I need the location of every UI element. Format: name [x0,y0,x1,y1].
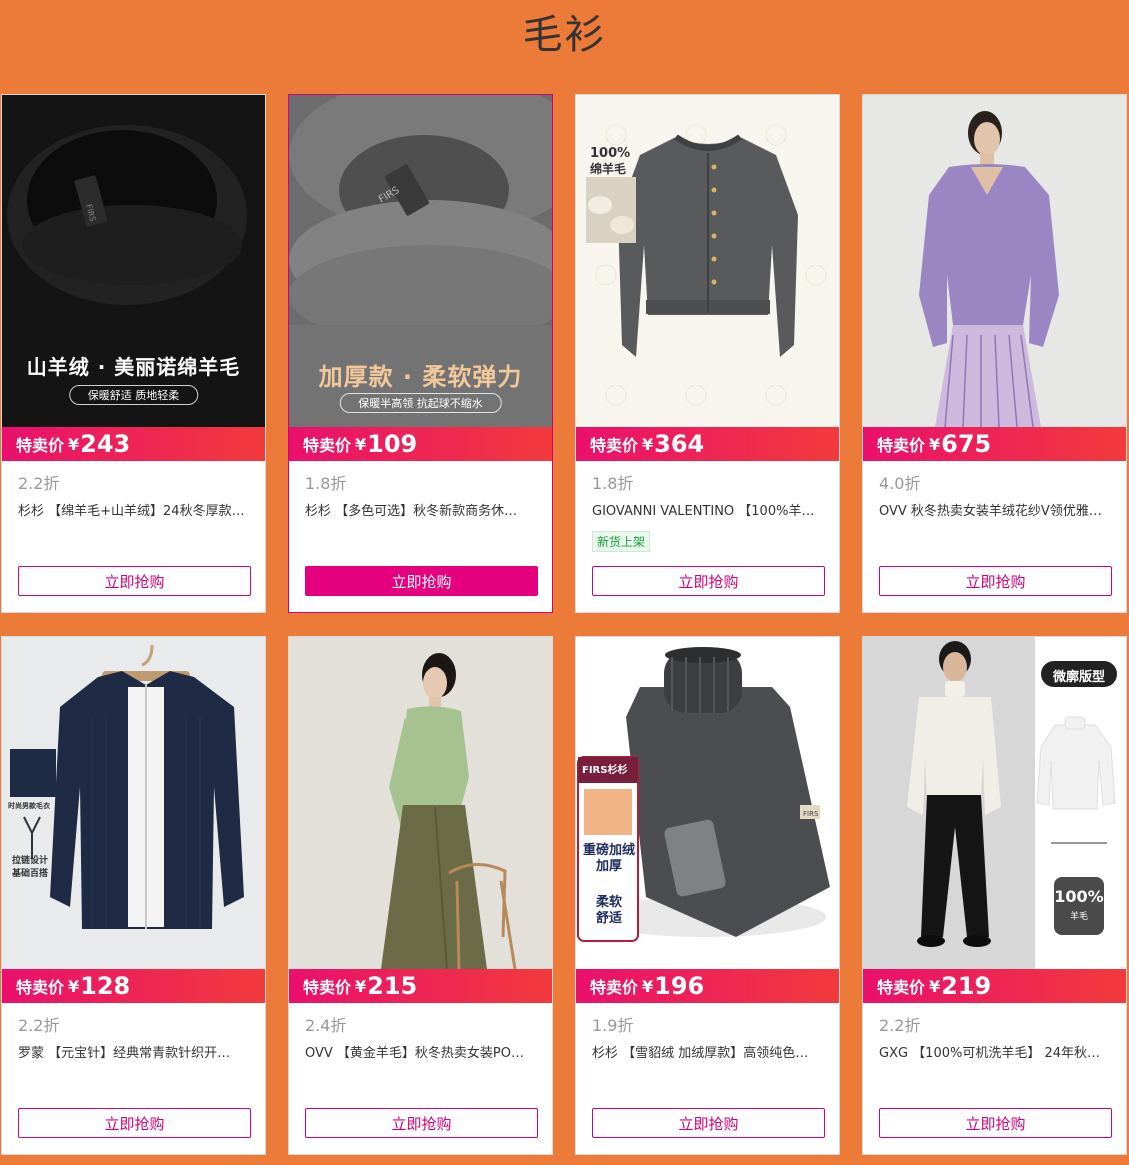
price-label: 特卖价 [303,436,352,455]
product-title[interactable]: GXG 【100%可机洗羊毛】 24年秋… [879,1042,1110,1061]
price-label: 特卖价 [590,978,639,997]
price-label: 特卖价 [16,436,65,455]
price-value: 675 [941,430,992,458]
buy-now-button[interactable]: 立即抢购 [305,566,538,596]
new-arrival-tag: 新货上架 [592,531,651,552]
wool-badge: 100% [1054,887,1104,906]
price-value: 109 [367,430,418,458]
buy-now-button[interactable]: 立即抢购 [18,566,251,596]
price-value: 196 [654,972,705,1000]
product-title[interactable]: OVV 【黄金羊毛】秋冬热卖女装PO… [305,1042,536,1061]
price-currency: ¥ [68,976,80,996]
price-value: 128 [80,972,131,1000]
product-card[interactable]: FIRS 山羊绒 · 美丽诺绵羊毛 保暖舒适 质地轻柔 特卖价 ¥ 243 2.… [1,94,266,613]
discount: 1.8折 [592,474,634,493]
product-card[interactable]: FIRS 加厚款 · 柔软弹力 保暖半高领 抗起球不缩水 特卖价 ¥ 109 1… [288,94,553,613]
purple-sweater-model-photo [863,95,1126,427]
price-bar: 特卖价 ¥ 364 [576,427,839,461]
product-card[interactable]: 微廓版型 100% 羊毛 特卖价 ¥ 219 2.2折 GXG 【100%可机洗… [862,636,1127,1155]
svg-text:FIRS: FIRS [803,810,819,818]
product-title[interactable]: 杉杉 【多色可选】秋冬新款商务休… [305,500,536,519]
product-title[interactable]: 杉杉 【绵羊毛+山羊绒】24秋冬厚款… [18,500,249,519]
discount: 2.2折 [18,1016,60,1035]
discount: 2.2折 [18,474,60,493]
image-subcaption: 保暖舒适 质地轻柔 [68,385,199,405]
price-value: 243 [80,430,131,458]
product-title[interactable]: GIOVANNI VALENTINO 【100%羊… [592,500,823,519]
product-image[interactable]: 100% 绵羊毛 [576,95,839,427]
discount: 1.8折 [305,474,347,493]
price-value: 364 [654,430,705,458]
product-card[interactable]: 特卖价 ¥ 675 4.0折 OVV 秋冬热卖女装羊绒花纱V领优雅… 立即抢购 [862,94,1127,613]
price-currency: ¥ [642,976,654,996]
product-image[interactable] [863,95,1126,427]
product-title[interactable]: 杉杉 【雪貂绒 加绒厚款】高领纯色… [592,1042,823,1061]
buy-now-button[interactable]: 立即抢购 [305,1108,538,1138]
product-image[interactable] [289,637,552,969]
price-bar: 特卖价 ¥ 243 [2,427,265,461]
image-side-text-2: 拉链设计 基础百搭 [12,856,49,879]
price-currency: ¥ [929,976,941,996]
green-polo-sweater-model-photo [289,637,552,969]
discount: 2.4折 [305,1016,347,1035]
price-currency: ¥ [68,434,80,454]
price-bar: 特卖价 ¥ 109 [289,427,552,461]
price-value: 215 [367,972,418,1000]
product-grid: FIRS 山羊绒 · 美丽诺绵羊毛 保暖舒适 质地轻柔 特卖价 ¥ 243 2.… [1,94,1127,1155]
image-side-text: 时尚男款毛衣 [8,802,50,810]
buy-now-button[interactable]: 立即抢购 [879,566,1112,596]
product-image[interactable]: 时尚男款毛衣 拉链设计 基础百搭 [2,637,265,969]
price-bar: 特卖价 ¥ 215 [289,969,552,1003]
price-bar: 特卖价 ¥ 128 [2,969,265,1003]
price-bar: 特卖价 ¥ 196 [576,969,839,1003]
price-label: 特卖价 [877,436,926,455]
price-label: 特卖价 [877,978,926,997]
brand-label: FIRS杉杉 [582,765,628,776]
page-title: 毛衫 [522,12,607,58]
price-currency: ¥ [355,976,367,996]
image-caption: 加厚款 · 柔软弹力 [318,363,523,391]
product-image[interactable]: FIRS 加厚款 · 柔软弹力 保暖半高领 抗起球不缩水 [289,95,552,427]
fit-badge: 微廓版型 [1052,670,1105,685]
price-label: 特卖价 [303,978,352,997]
discount: 4.0折 [879,474,921,493]
price-currency: ¥ [929,434,941,454]
discount: 1.9折 [592,1016,634,1035]
product-card[interactable]: 100% 绵羊毛 特卖价 ¥ 364 1.8折 GIOVANNI VALENTI… [575,94,840,613]
grey-cardigan-photo: 100% 绵羊毛 [576,95,839,427]
product-title[interactable]: 罗蒙 【元宝针】经典常青款针织开… [18,1042,249,1061]
svg-text:100%: 100% [590,146,630,161]
price-bar: 特卖价 ¥ 219 [863,969,1126,1003]
price-label: 特卖价 [590,436,639,455]
price-currency: ¥ [642,434,654,454]
svg-text:绵羊毛: 绵羊毛 [590,161,626,176]
price-value: 219 [941,972,992,1000]
buy-now-button[interactable]: 立即抢购 [592,566,825,596]
product-image[interactable]: 微廓版型 100% 羊毛 [863,637,1126,969]
buy-now-button[interactable]: 立即抢购 [592,1108,825,1138]
product-title[interactable]: OVV 秋冬热卖女装羊绒花纱V领优雅… [879,500,1110,519]
product-image[interactable]: FIRS 山羊绒 · 美丽诺绵羊毛 保暖舒适 质地轻柔 [2,95,265,427]
price-bar: 特卖价 ¥ 675 [863,427,1126,461]
product-card[interactable]: 特卖价 ¥ 215 2.4折 OVV 【黄金羊毛】秋冬热卖女装PO… 立即抢购 [288,636,553,1155]
price-currency: ¥ [355,434,367,454]
discount: 2.2折 [879,1016,921,1035]
image-caption-2: 柔软 舒适 [595,895,622,926]
image-caption: 山羊绒 · 美丽诺绵羊毛 [26,355,241,379]
price-label: 特卖价 [16,978,65,997]
buy-now-button[interactable]: 立即抢购 [18,1108,251,1138]
wool-badge-sub: 羊毛 [1069,912,1088,922]
buy-now-button[interactable]: 立即抢购 [879,1108,1112,1138]
image-subcaption: 保暖半高领 抗起球不缩水 [339,393,502,413]
image-caption: 重磅加绒 加厚 [582,843,635,874]
product-image[interactable]: FIRS FIRS杉杉 重磅加绒 加厚 柔软 舒适 [576,637,839,969]
product-card[interactable]: 时尚男款毛衣 拉链设计 基础百搭 特卖价 ¥ 128 2.2折 罗蒙 【元宝针】… [1,636,266,1155]
product-card[interactable]: FIRS FIRS杉杉 重磅加绒 加厚 柔软 舒适 特卖价 ¥ 196 1.9折… [575,636,840,1155]
